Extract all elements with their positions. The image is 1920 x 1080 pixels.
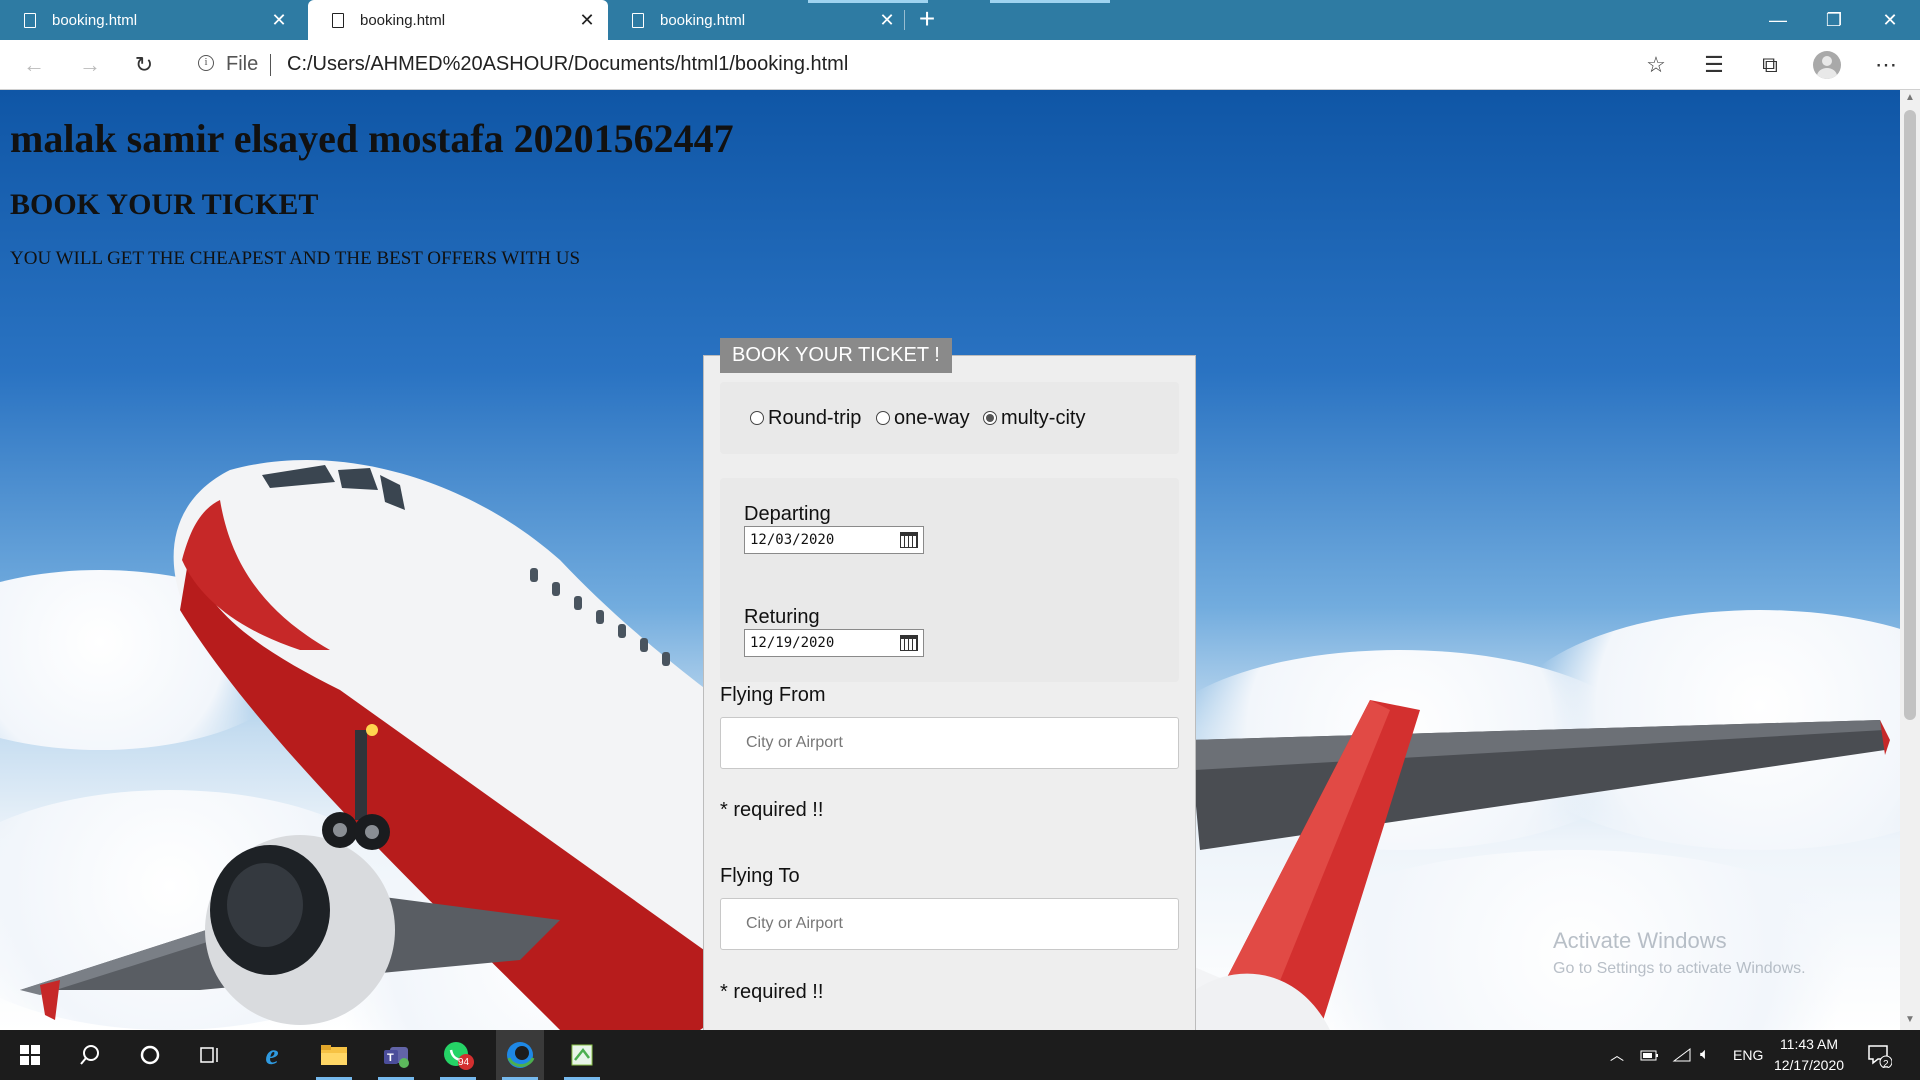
page-icon <box>24 12 36 28</box>
internet-explorer-icon: e <box>265 1038 279 1071</box>
clock-date: 12/17/2020 <box>1773 1057 1845 1073</box>
tab-drag-indicator <box>808 0 928 3</box>
clock-time: 11:43 AM <box>1779 1036 1839 1052</box>
svg-text:T: T <box>387 1052 394 1064</box>
scroll-up-arrow[interactable]: ▲ <box>1904 92 1916 103</box>
input-language[interactable]: ENG <box>1733 1030 1763 1080</box>
flying-from-required-note: * required !! <box>720 799 824 821</box>
scrollbar-thumb[interactable] <box>1904 110 1916 720</box>
more-menu-icon[interactable]: ⋯ <box>1866 40 1906 89</box>
favorite-star-icon[interactable]: ☆ <box>1636 40 1676 89</box>
student-name-heading: malak samir elsayed mostafa 20201562447 <box>10 116 734 161</box>
departing-date-value: 12/03/2020 <box>750 532 835 548</box>
close-tab-icon[interactable]: ✕ <box>878 10 896 31</box>
back-button[interactable]: ← <box>14 40 54 89</box>
page-icon <box>632 12 644 28</box>
close-tab-icon[interactable]: ✕ <box>578 10 596 31</box>
form-legend: BOOK YOUR TICKET ! <box>720 338 952 373</box>
activate-windows-hint: Go to Settings to activate Windows. <box>1553 960 1806 977</box>
windows-taskbar: e T 94 ︿ 🔈︎ ENG 11:43 AM 12/17/2020 2 <box>0 1030 1920 1080</box>
radio-circle[interactable] <box>876 411 890 425</box>
browser-tab-bar: booking.html ✕ booking.html ✕ booking.ht… <box>0 0 1920 40</box>
cortana-button[interactable] <box>126 1030 174 1080</box>
radio-round-trip[interactable]: Round-trip <box>750 406 862 429</box>
returning-date-value: 12/19/2020 <box>750 635 835 651</box>
taskbar-edge[interactable] <box>496 1030 544 1080</box>
forward-button[interactable]: → <box>70 40 110 89</box>
cortana-circle-icon <box>140 1045 160 1065</box>
task-view-button[interactable] <box>186 1030 234 1080</box>
teams-icon: T <box>384 1047 409 1068</box>
address-scheme: File <box>226 53 259 75</box>
flying-from-label: Flying From <box>720 684 826 706</box>
info-icon[interactable]: i <box>198 55 214 71</box>
folder-icon <box>321 1045 347 1065</box>
close-tab-icon[interactable]: ✕ <box>270 10 288 31</box>
calendar-icon[interactable] <box>900 635 918 651</box>
flying-from-input[interactable]: City or Airport <box>720 717 1179 769</box>
returning-label: Returing <box>744 606 820 628</box>
favorites-list-icon[interactable]: ☰ <box>1694 40 1734 89</box>
address-divider <box>270 54 271 76</box>
task-view-icon <box>200 1047 218 1063</box>
notification-count: 2 <box>1883 1059 1889 1070</box>
windows-logo-icon <box>20 1045 40 1065</box>
page-icon <box>332 12 344 28</box>
tab-drag-indicator <box>990 0 1110 3</box>
tab-title: booking.html <box>52 11 138 29</box>
tab-title: booking.html <box>360 11 446 29</box>
whatsapp-badge: 94 <box>458 1057 470 1068</box>
refresh-button[interactable]: ↻ <box>124 40 164 89</box>
radio-label: multy-city <box>1001 406 1086 429</box>
radio-circle[interactable] <box>750 411 764 425</box>
offer-tagline: YOU WILL GET THE CHEAPEST AND THE BEST O… <box>10 248 581 269</box>
radio-label: Round-trip <box>768 406 862 429</box>
tab-divider <box>904 10 905 30</box>
departing-date-input[interactable]: 12/03/2020 <box>744 526 924 554</box>
returning-date-input[interactable]: 12/19/2020 <box>744 629 924 657</box>
calendar-icon[interactable] <box>900 532 918 548</box>
volume-icon[interactable]: 🔈︎ <box>1700 1030 1710 1080</box>
wifi-icon[interactable] <box>1672 1030 1692 1080</box>
taskbar-notepad-plus[interactable] <box>558 1030 606 1080</box>
close-window-button[interactable]: ✕ <box>1862 0 1918 40</box>
departing-label: Departing <box>744 503 831 525</box>
search-button[interactable] <box>66 1030 114 1080</box>
radio-label: one-way <box>894 406 970 429</box>
collections-icon[interactable]: ⧉ <box>1750 40 1790 89</box>
radio-multy-city[interactable]: multy-city <box>983 406 1086 429</box>
start-button[interactable] <box>6 1030 54 1080</box>
notepad-plus-icon <box>571 1044 593 1066</box>
taskbar-internet-explorer[interactable]: e <box>248 1030 296 1080</box>
browser-toolbar: ← → ↻ i File C:/Users/AHMED%20ASHOUR/Doc… <box>0 40 1920 90</box>
new-tab-button[interactable]: + <box>912 4 942 34</box>
scroll-down-arrow[interactable]: ▼ <box>1904 1014 1916 1025</box>
flying-from-placeholder: City or Airport <box>746 734 843 751</box>
book-ticket-heading: BOOK YOUR TICKET <box>10 188 319 221</box>
flying-to-placeholder: City or Airport <box>746 915 843 932</box>
address-url-input[interactable]: C:/Users/AHMED%20ASHOUR/Documents/html1/… <box>287 53 848 76</box>
minimize-button[interactable]: — <box>1750 0 1806 40</box>
notification-center-button[interactable]: 2 <box>1866 1030 1892 1080</box>
show-hidden-icons[interactable]: ︿ <box>1610 1030 1624 1080</box>
browser-tab[interactable]: booking.html ✕ <box>608 0 908 40</box>
browser-tab[interactable]: booking.html ✕ <box>0 0 300 40</box>
profile-avatar[interactable] <box>1813 51 1841 79</box>
edge-icon <box>507 1042 535 1068</box>
tab-title: booking.html <box>660 11 746 29</box>
flying-to-input[interactable]: City or Airport <box>720 898 1179 950</box>
taskbar-file-explorer[interactable] <box>310 1030 358 1080</box>
taskbar-teams[interactable]: T <box>372 1030 420 1080</box>
taskbar-whatsapp[interactable]: 94 <box>434 1030 482 1080</box>
search-icon <box>80 1045 99 1065</box>
radio-one-way[interactable]: one-way <box>876 406 970 429</box>
flying-to-label: Flying To <box>720 865 800 887</box>
activate-windows-watermark: Activate Windows <box>1553 928 1727 953</box>
browser-tab-active[interactable]: booking.html ✕ <box>308 0 608 40</box>
flying-to-required-note: * required !! <box>720 981 824 1003</box>
radio-circle-checked[interactable] <box>983 411 997 425</box>
battery-icon[interactable] <box>1640 1030 1660 1080</box>
system-clock[interactable]: 11:43 AM 12/17/2020 <box>1764 1034 1854 1076</box>
restore-button[interactable]: ❐ <box>1806 0 1862 40</box>
